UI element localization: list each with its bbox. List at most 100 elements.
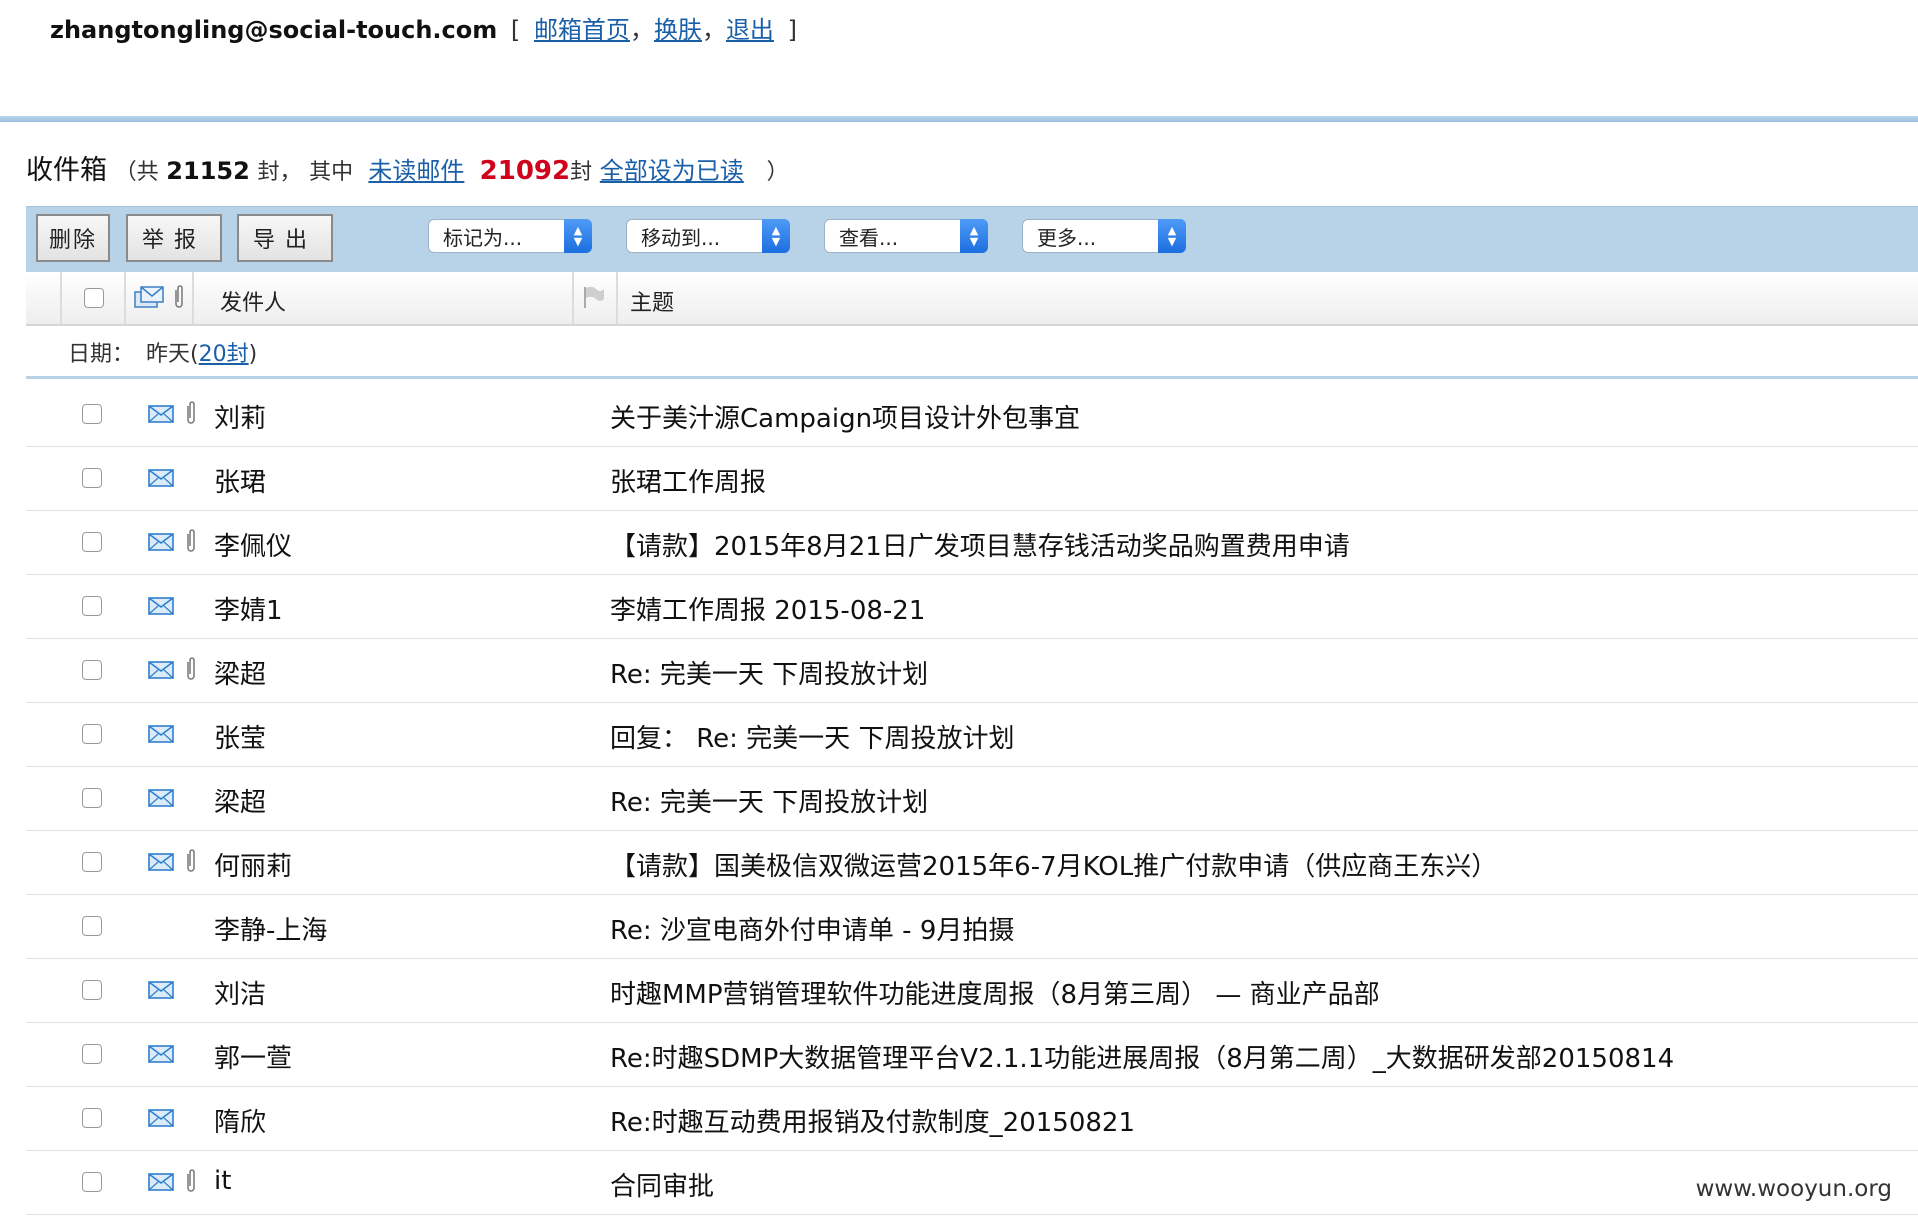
email-row-checkbox[interactable] — [82, 404, 102, 424]
envelope-icon — [148, 725, 174, 743]
email-sender[interactable]: 梁超 — [214, 654, 266, 691]
mark-as-select[interactable]: 标记为... ▲ ▼ — [428, 219, 592, 253]
inbox-summary: 收件箱 （共 21152 封， 其中 未读邮件 21092封 全部设为已读 ） — [26, 155, 789, 186]
email-row[interactable]: 梁超 Re: 完美一天 下周投放计划 — [26, 766, 1918, 831]
email-subject[interactable]: 关于美汁源Campaign项目设计外包事宜 — [610, 398, 1080, 435]
move-to-select[interactable]: 移动到... ▲ ▼ — [626, 219, 790, 253]
select-arrow-icon: ▲ ▼ — [960, 219, 988, 253]
email-row-checkbox[interactable] — [82, 660, 102, 680]
unread-count: 21092 — [479, 156, 571, 186]
email-sender[interactable]: 张珺 — [214, 462, 266, 499]
envelope-status-icon[interactable] — [134, 286, 166, 310]
email-sender[interactable]: 刘莉 — [214, 398, 266, 435]
email-row-checkbox[interactable] — [82, 1172, 102, 1192]
attachment-icon — [187, 1169, 195, 1192]
email-sender[interactable]: 刘洁 — [214, 974, 266, 1011]
report-button[interactable]: 举报 — [126, 214, 222, 262]
delete-button[interactable]: 删除 — [36, 214, 110, 262]
envelope-icon — [148, 1173, 174, 1191]
email-sender[interactable]: 张莹 — [214, 718, 266, 755]
email-row-checkbox[interactable] — [82, 596, 102, 616]
email-row-checkbox[interactable] — [82, 532, 102, 552]
mail-home-link[interactable]: 邮箱首页 — [534, 16, 630, 44]
email-row[interactable]: 李佩仪 【请款】2015年8月21日广发项目慧存钱活动奖品购置费用申请 — [26, 510, 1918, 575]
email-row[interactable]: 李静-上海 Re: 沙宣电商外付申请单 - 9月拍摄 — [26, 894, 1918, 959]
email-sender[interactable]: 李静-上海 — [214, 910, 327, 947]
email-row-checkbox[interactable] — [82, 1044, 102, 1064]
watermark: www.wooyun.org — [1695, 1176, 1892, 1202]
view-select[interactable]: 查看... ▲ ▼ — [824, 219, 988, 253]
envelope-icon — [148, 789, 174, 807]
email-subject[interactable]: Re: 沙宣电商外付申请单 - 9月拍摄 — [610, 910, 1014, 947]
email-row[interactable]: 郭一萱 Re:时趣SDMP大数据管理平台V2.1.1功能进展周报（8月第二周）_大… — [26, 1022, 1918, 1087]
email-sender[interactable]: 何丽莉 — [214, 846, 292, 883]
email-sender[interactable]: 郭一萱 — [214, 1038, 292, 1075]
select-arrow-icon: ▲ ▼ — [564, 219, 592, 253]
email-row[interactable]: 李婧1 李婧工作周报 2015-08-21 — [26, 574, 1918, 639]
email-row-checkbox[interactable] — [82, 1108, 102, 1128]
envelope-icon — [148, 1045, 174, 1063]
unread-mail-link[interactable]: 未读邮件 — [368, 157, 464, 185]
envelope-icon — [148, 853, 174, 871]
list-header: 发件人 主题 — [26, 272, 1918, 326]
email-row[interactable]: 张莹 回复： Re: 完美一天 下周投放计划 — [26, 702, 1918, 767]
envelope-icon — [148, 597, 174, 615]
email-subject[interactable]: Re:时趣互动费用报销及付款制度_20150821 — [610, 1102, 1135, 1139]
flag-icon[interactable] — [580, 284, 606, 310]
mail-toolbar: 删除 举报 导出 标记为... ▲ ▼ 移动到... ▲ ▼ 查看... ▲ ▼ 更多… — [26, 206, 1918, 273]
date-group-header: 日期： 昨天(20封) — [26, 324, 1918, 379]
email-sender[interactable]: 梁超 — [214, 782, 266, 819]
logout-link[interactable]: 退出 — [726, 16, 774, 44]
header-divider — [0, 116, 1918, 122]
attachment-icon[interactable] — [172, 284, 186, 310]
inbox-title: 收件箱 — [26, 155, 107, 186]
email-sender[interactable]: it — [214, 1166, 231, 1196]
envelope-icon — [148, 405, 174, 423]
select-arrow-icon: ▲ ▼ — [1158, 219, 1186, 253]
email-row-checkbox[interactable] — [82, 980, 102, 1000]
email-row[interactable]: 隋欣 Re:时趣互动费用报销及付款制度_20150821 — [26, 1086, 1918, 1151]
email-subject[interactable]: 时趣MMP营销管理软件功能进度周报（8月第三周） — 商业产品部 — [610, 974, 1380, 1011]
sender-column-header[interactable]: 发件人 — [220, 285, 286, 317]
email-subject[interactable]: 【请款】2015年8月21日广发项目慧存钱活动奖品购置费用申请 — [610, 526, 1350, 563]
email-subject[interactable]: Re: 完美一天 下周投放计划 — [610, 654, 928, 691]
mark-all-read-link[interactable]: 全部设为已读 — [600, 157, 744, 185]
email-sender[interactable]: 李佩仪 — [214, 526, 292, 563]
select-all-checkbox[interactable] — [84, 288, 104, 308]
email-sender[interactable]: 隋欣 — [214, 1102, 266, 1139]
email-row-checkbox[interactable] — [82, 468, 102, 488]
email-row-checkbox[interactable] — [82, 788, 102, 808]
email-subject[interactable]: 张珺工作周报 — [610, 462, 766, 499]
export-button[interactable]: 导出 — [237, 214, 333, 262]
change-skin-link[interactable]: 换肤 — [654, 16, 702, 44]
email-row[interactable]: 何丽莉 【请款】国美极信双微运营2015年6-7月KOL推广付款申请（供应商王东兴… — [26, 830, 1918, 895]
email-row[interactable]: 刘洁 时趣MMP营销管理软件功能进度周报（8月第三周） — 商业产品部 — [26, 958, 1918, 1023]
email-subject[interactable]: 合同审批 — [610, 1166, 714, 1203]
date-group-count-link[interactable]: 20封 — [199, 342, 249, 367]
attachment-icon — [187, 849, 195, 872]
attachment-icon — [187, 529, 195, 552]
envelope-icon — [148, 1109, 174, 1127]
email-row-checkbox[interactable] — [82, 724, 102, 744]
email-row[interactable]: 张珺 张珺工作周报 — [26, 446, 1918, 511]
email-row-checkbox[interactable] — [82, 916, 102, 936]
email-subject[interactable]: 李婧工作周报 2015-08-21 — [610, 590, 925, 627]
attachment-icon — [187, 657, 195, 680]
email-row[interactable]: it 合同审批 — [26, 1150, 1918, 1215]
email-subject[interactable]: 【请款】国美极信双微运营2015年6-7月KOL推广付款申请（供应商王东兴） — [610, 846, 1497, 883]
email-row[interactable]: 刘莉 关于美汁源Campaign项目设计外包事宜 — [26, 382, 1918, 447]
account-email: zhangtongling@social-touch.com — [50, 16, 498, 44]
email-subject[interactable]: Re: 完美一天 下周投放计划 — [610, 782, 928, 819]
date-group-label: 昨天(20封) — [146, 342, 258, 367]
subject-column-header[interactable]: 主题 — [630, 285, 674, 317]
email-subject[interactable]: Re:时趣SDMP大数据管理平台V2.1.1功能进展周报（8月第二周）_大数据研… — [610, 1038, 1674, 1075]
more-select[interactable]: 更多... ▲ ▼ — [1022, 219, 1186, 253]
email-subject[interactable]: 回复： Re: 完美一天 下周投放计划 — [610, 718, 1014, 755]
email-row[interactable]: 梁超 Re: 完美一天 下周投放计划 — [26, 638, 1918, 703]
select-arrow-icon: ▲ ▼ — [762, 219, 790, 253]
email-row-checkbox[interactable] — [82, 852, 102, 872]
attachment-icon — [187, 401, 195, 424]
account-bar: zhangtongling@social-touch.com [ 邮箱首页，换肤… — [50, 16, 797, 44]
envelope-icon — [148, 981, 174, 999]
email-sender[interactable]: 李婧1 — [214, 590, 283, 627]
